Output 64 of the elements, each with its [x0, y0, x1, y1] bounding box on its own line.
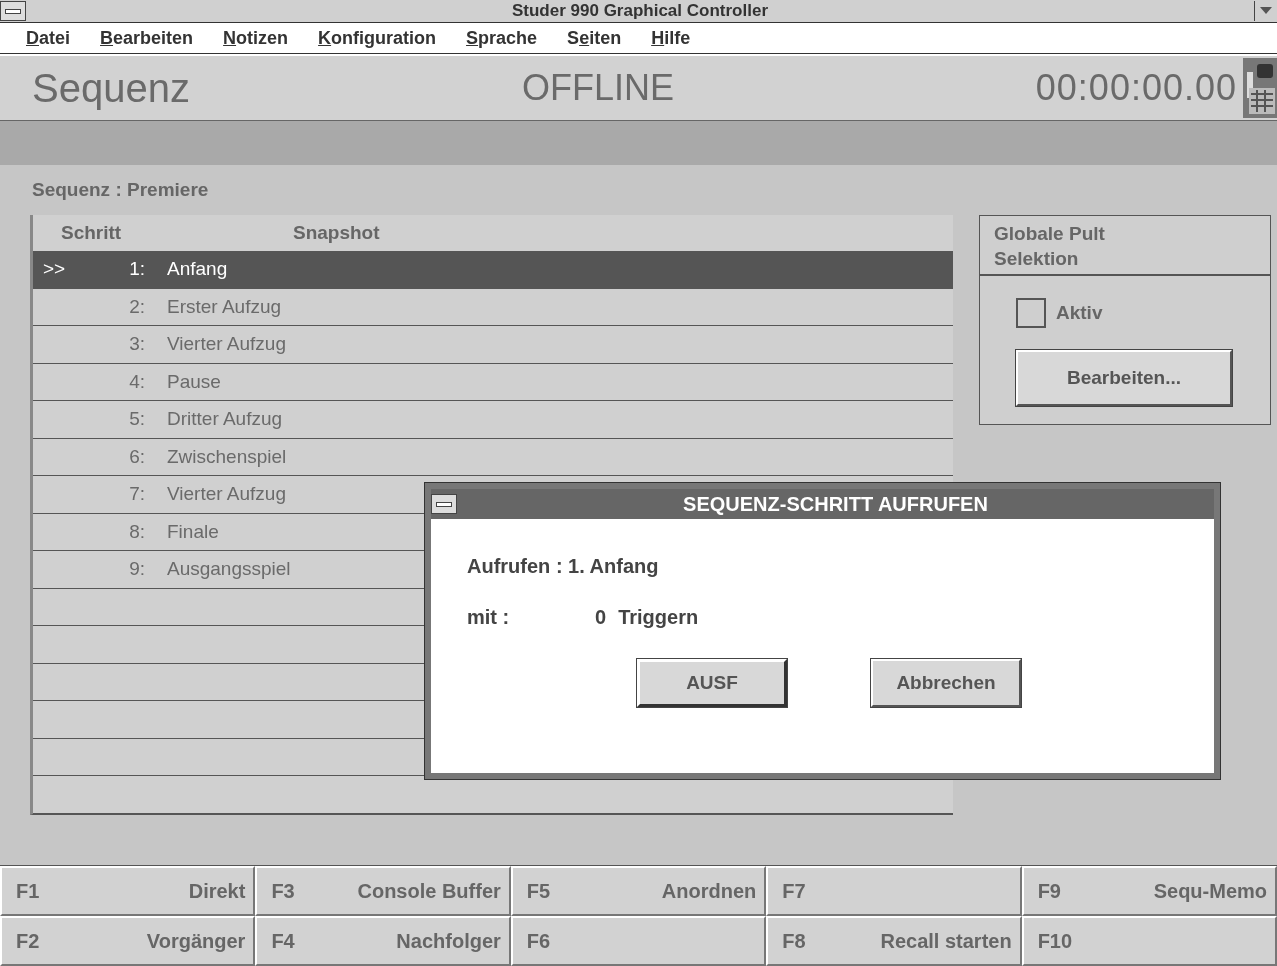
function-key-button[interactable]: F9 Sequ-Memo: [1021, 866, 1277, 916]
function-key-button[interactable]: F1 Direkt: [0, 866, 256, 916]
trigger-count: 0: [595, 606, 607, 629]
table-row[interactable]: 5: Dritter Aufzug: [33, 401, 953, 439]
dialog-title: SEQUENZ-SCHRITT AUFRUFEN: [682, 492, 989, 516]
call-label: Aufrufen : 1. Anfang: [467, 555, 660, 578]
step-number: 5:: [128, 408, 146, 431]
menu-item[interactable]: Bearbeiten: [100, 27, 194, 49]
execute-button[interactable]: AUSF: [637, 659, 787, 707]
step-number: 2:: [128, 295, 146, 318]
checkbox[interactable]: [1016, 298, 1046, 328]
page-title: Sequenz: [32, 65, 191, 111]
function-key-button[interactable]: F3 Console Buffer: [255, 866, 511, 916]
function-key-button[interactable]: F5 Anordnen: [510, 866, 767, 916]
checkbox-label: Aktiv: [1056, 302, 1103, 324]
step-number: 1:: [128, 258, 146, 281]
snapshot-name: Pause: [166, 370, 221, 393]
with-label: mit :: [467, 606, 511, 629]
function-key-button[interactable]: F6: [510, 916, 767, 966]
console-icon[interactable]: [1243, 58, 1277, 118]
menu-item[interactable]: Seiten: [567, 27, 622, 49]
menu-item[interactable]: Sprache: [466, 27, 538, 49]
menu-item[interactable]: Datei: [26, 27, 71, 49]
edit-button[interactable]: Bearbeiten...: [1016, 350, 1232, 406]
function-key-button[interactable]: F8 Recall starten: [766, 916, 1022, 966]
snapshot-name: Vierter Aufzug: [166, 333, 286, 356]
column-header: Snapshot: [293, 222, 380, 244]
snapshot-name: Anfang: [166, 258, 228, 281]
trigger-label: Triggern: [618, 606, 699, 629]
system-menu-button[interactable]: [0, 1, 26, 21]
function-key-button[interactable]: F7: [766, 866, 1022, 916]
snapshot-name: Finale: [166, 520, 219, 543]
menu-item[interactable]: Notizen: [223, 27, 289, 49]
step-number: 6:: [128, 445, 146, 468]
table-row[interactable]: 3: Vierter Aufzug: [33, 326, 953, 364]
menu-item[interactable]: Konfiguration: [318, 27, 437, 49]
down-arrow-icon: [1260, 7, 1272, 15]
panel-title: Globale Pult Selektion: [980, 216, 1270, 276]
function-key-button[interactable]: F2 Vorgänger: [0, 916, 256, 966]
function-key-button[interactable]: F4 Nachfolger: [255, 916, 511, 966]
cancel-button[interactable]: Abbrechen: [871, 659, 1021, 707]
step-number: 4:: [128, 370, 146, 393]
function-key-button[interactable]: F10: [1021, 916, 1277, 966]
sequence-label: Sequenz : Premiere: [32, 178, 210, 202]
snapshot-name: Ausgangsspiel: [166, 558, 291, 581]
menu-item[interactable]: Hilfe: [651, 27, 691, 49]
snapshot-name: Zwischenspiel: [166, 445, 287, 468]
status-text: OFFLINE: [522, 67, 675, 109]
step-number: 7:: [128, 483, 146, 506]
table-row[interactable]: 4: Pause: [33, 363, 953, 401]
step-number: 9:: [128, 558, 146, 581]
snapshot-name: Vierter Aufzug: [166, 483, 286, 506]
table-row[interactable]: 2: Erster Aufzug: [33, 288, 953, 326]
system-menu-button[interactable]: [431, 494, 457, 514]
window-title: Studer 990 Graphical Controller: [511, 1, 769, 21]
table-row[interactable]: 6: Zwischenspiel: [33, 438, 953, 476]
table-row[interactable]: >> 1: Anfang: [33, 251, 953, 289]
step-number: 8:: [128, 520, 146, 543]
column-header: Schritt: [60, 222, 123, 244]
current-marker: >>: [43, 258, 66, 280]
snapshot-name: Dritter Aufzug: [166, 408, 283, 431]
timecode: 00:00:00.00: [1035, 67, 1237, 109]
snapshot-name: Erster Aufzug: [166, 295, 282, 318]
step-number: 3:: [128, 333, 146, 356]
